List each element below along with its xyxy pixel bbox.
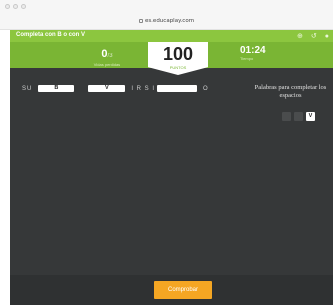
lock-icon bbox=[138, 19, 143, 23]
help-icon[interactable]: ● bbox=[325, 33, 329, 40]
blank-slot-1[interactable]: B bbox=[38, 85, 75, 92]
game-area: Completa con B o con V ⊕ ↺ ● 0/3 Vidas p… bbox=[0, 30, 333, 305]
word-bank-tiles: V bbox=[282, 112, 315, 121]
lives-total: /3 bbox=[107, 53, 113, 59]
timer-label: Tiempo bbox=[240, 56, 254, 61]
refresh-icon[interactable]: ↺ bbox=[311, 33, 317, 40]
points-label: PUNTOS bbox=[169, 65, 187, 70]
sentence-suffix: O bbox=[203, 85, 209, 92]
globe-icon[interactable]: ⊕ bbox=[297, 33, 303, 40]
title-bar: Completa con B o con V ⊕ ↺ ● bbox=[10, 30, 333, 42]
score-bar: 0/3 Vidas perdidas 100 PUNTOS 01:24 Tiem… bbox=[10, 42, 333, 75]
lives-label: Vidas perdidas bbox=[93, 62, 121, 67]
empty-tile bbox=[294, 112, 303, 121]
lives-counter: 0/3 Vidas perdidas bbox=[82, 44, 132, 67]
lives-value: 0 bbox=[101, 48, 108, 60]
browser-toolbar: es.educaplay.com bbox=[0, 0, 333, 30]
word-bank-title: Palabras para completar los espacios bbox=[254, 84, 327, 100]
url-text: es.educaplay.com bbox=[144, 18, 195, 24]
zoom-window-icon[interactable] bbox=[21, 4, 26, 9]
empty-tile bbox=[282, 112, 291, 121]
browser-window: es.educaplay.com Completa con B o con V … bbox=[0, 0, 333, 305]
check-button[interactable]: Comprobar bbox=[154, 281, 212, 299]
points-value: 100 bbox=[162, 44, 194, 64]
activity-title: Completa con B o con V bbox=[16, 32, 86, 38]
minimize-window-icon[interactable] bbox=[13, 4, 18, 9]
sentence-prefix: SU bbox=[22, 85, 33, 92]
timer: 01:24 Tiempo bbox=[240, 45, 266, 61]
blank-slot-3[interactable] bbox=[157, 85, 198, 92]
blank-slot-2[interactable]: V bbox=[88, 85, 126, 92]
timer-value: 01:24 bbox=[240, 45, 266, 56]
points-display: 100 PUNTOS bbox=[148, 42, 208, 75]
sentence-row: SU B V I R S I O bbox=[22, 85, 209, 92]
close-window-icon[interactable] bbox=[5, 4, 10, 9]
address-bar[interactable]: es.educaplay.com bbox=[0, 18, 333, 24]
footer-bar: Comprobar bbox=[10, 275, 333, 305]
word-bank-panel: Palabras para completar los espacios V bbox=[240, 68, 333, 268]
letter-tile[interactable]: V bbox=[306, 112, 315, 121]
sentence-middle: I R S I bbox=[131, 85, 156, 92]
